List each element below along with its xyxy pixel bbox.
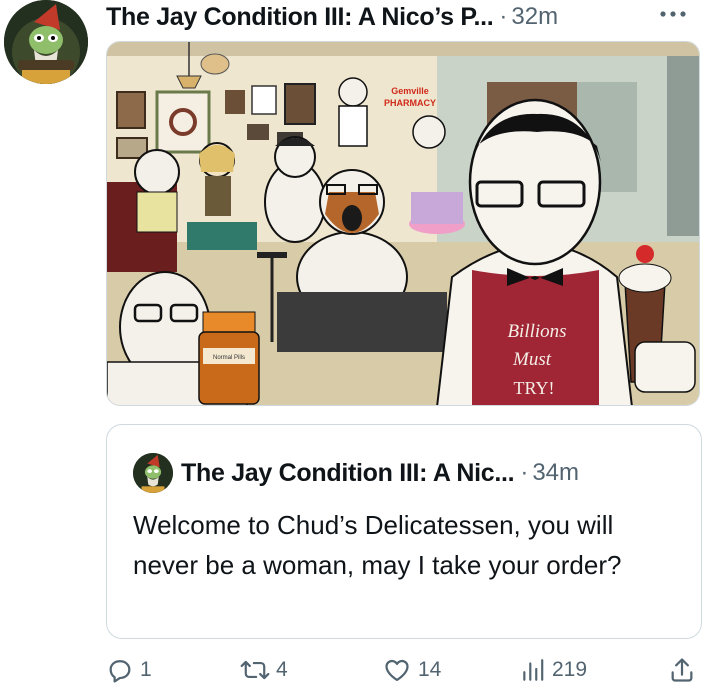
reply-count: 1	[140, 658, 152, 681]
more-options-button[interactable]	[656, 2, 690, 26]
quoted-post-header: The Jay Condition III: A Nic... · 34m	[181, 455, 691, 491]
quoted-post-timestamp[interactable]: 34m	[532, 459, 579, 487]
repost-button[interactable]: 4	[240, 656, 288, 684]
views-button[interactable]: 219	[520, 656, 587, 684]
share-icon	[671, 658, 693, 682]
quoted-post-card[interactable]: The Jay Condition III: A Nic... · 34m We…	[106, 424, 702, 639]
quoted-author-avatar[interactable]	[133, 453, 173, 493]
reply-button[interactable]: 1	[106, 656, 152, 684]
heart-icon	[385, 659, 409, 682]
repost-count: 4	[276, 658, 288, 681]
deli-comic-illustration: Gemville PHARMACY Normal Pills Billions …	[107, 42, 699, 405]
post-media-image[interactable]: Gemville PHARMACY Normal Pills Billions …	[106, 41, 700, 406]
views-count: 219	[552, 658, 588, 681]
gnome-avatar-icon	[4, 0, 88, 84]
quoted-author-name[interactable]: The Jay Condition III: A Nic...	[181, 459, 515, 488]
header-separator: ·	[499, 3, 508, 30]
quoted-post-text: Welcome to Chud’s Delicatessen, you will…	[133, 510, 622, 580]
apron-line1-text: Billions	[507, 321, 566, 342]
bottle-label-text: Normal Pills	[213, 355, 245, 361]
ellipsis-icon	[660, 11, 686, 17]
like-button[interactable]: 14	[382, 656, 441, 684]
share-button[interactable]	[668, 656, 696, 684]
author-name[interactable]: The Jay Condition III: A Nico’s P...	[106, 3, 494, 32]
sign-line1-text: Gemville	[391, 86, 429, 96]
sign-line2-text: PHARMACY	[384, 98, 436, 108]
like-count: 14	[418, 658, 442, 681]
post-timestamp[interactable]: 32m	[511, 3, 558, 31]
views-chart-icon	[523, 659, 544, 681]
gnome-avatar-icon	[133, 453, 173, 493]
apron-line3-text: TRY!	[513, 378, 554, 398]
apron-line2-text: Must	[512, 349, 552, 370]
repost-icon	[240, 660, 270, 680]
reply-icon	[109, 660, 131, 683]
author-avatar[interactable]	[4, 0, 88, 84]
quoted-header-separator: ·	[520, 459, 529, 486]
post-action-bar: 1 4 14 219	[106, 652, 702, 688]
post-header: The Jay Condition III: A Nico’s P... · 3…	[106, 0, 702, 34]
